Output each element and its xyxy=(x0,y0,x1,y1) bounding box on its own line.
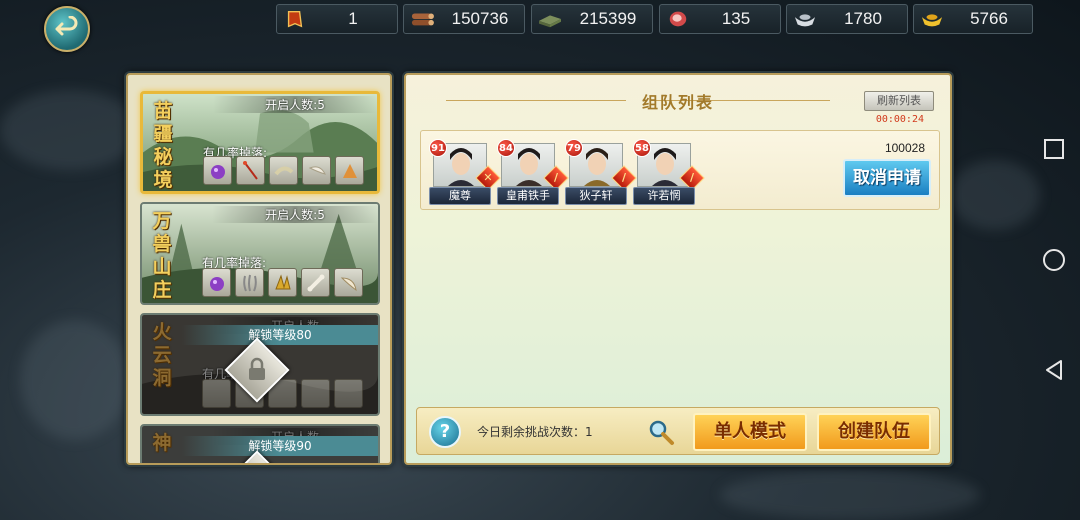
drop-item xyxy=(334,379,363,408)
drop-item[interactable] xyxy=(301,268,330,297)
purple-orb-icon xyxy=(210,164,225,179)
claw-icon xyxy=(242,274,257,291)
team-member[interactable]: 91 ✕ 魔尊 xyxy=(429,139,501,205)
member-name: 皇甫铁手 xyxy=(497,187,559,205)
member-level: 91 xyxy=(429,139,447,157)
background-cloud xyxy=(720,470,980,520)
needle-icon xyxy=(242,160,258,180)
dungeon-card-wanshou[interactable]: 万兽山庄 开启人数:5 有几率掉落: xyxy=(140,202,380,305)
drop-item xyxy=(202,379,231,408)
resource-token: 1 xyxy=(276,4,398,34)
dungeon-name: 火云洞 xyxy=(152,321,172,389)
resource-value: 1 xyxy=(348,9,358,28)
resource-stone: 215399 xyxy=(531,4,653,34)
drop-item[interactable] xyxy=(203,156,232,185)
team-member[interactable]: 58 / 许若惘 xyxy=(633,139,705,205)
drop-item[interactable] xyxy=(269,156,298,185)
wood-icon xyxy=(408,7,436,31)
team-row[interactable]: 91 ✕ 魔尊 84 / 皇甫铁手 79 / 狄子轩 58 / 许若惘 1000… xyxy=(420,130,940,210)
drop-item[interactable] xyxy=(236,156,265,185)
home-button[interactable] xyxy=(1042,248,1066,272)
back-button[interactable] xyxy=(44,6,90,52)
token-icon xyxy=(281,7,309,31)
team-list-panel: 组队列表 刷新列表 00:00:24 91 ✕ 魔尊 84 / 皇甫铁手 79 … xyxy=(404,73,952,465)
horn-icon xyxy=(273,166,293,175)
unlock-level-label: 解锁等级90 xyxy=(182,436,378,456)
dungeon-card-miaojiang[interactable]: 苗疆秘境 开启人数:5 有几率掉落: xyxy=(140,91,380,194)
help-button[interactable]: ? xyxy=(429,416,461,448)
resource-value: 135 xyxy=(721,9,751,28)
resource-value: 150736 xyxy=(451,9,509,28)
drop-items xyxy=(202,379,363,408)
purple-orb-icon xyxy=(209,276,224,291)
member-name: 许若惘 xyxy=(633,187,695,205)
resource-gold: 5766 xyxy=(913,4,1033,34)
background-cloud xyxy=(0,90,140,170)
system-nav-bar xyxy=(1026,0,1080,520)
leaf-icon xyxy=(342,163,357,178)
meat-icon xyxy=(664,7,692,31)
member-level: 84 xyxy=(497,139,515,157)
team-member[interactable]: 84 / 皇甫铁手 xyxy=(497,139,569,205)
remaining-challenges-text: 今日剩余挑战次数：1 xyxy=(477,425,593,439)
stone-icon xyxy=(536,7,564,31)
drop-item[interactable] xyxy=(334,268,363,297)
resource-value: 5766 xyxy=(970,9,1008,28)
dungeon-name: 苗疆秘境 xyxy=(153,100,173,191)
square-icon xyxy=(1044,139,1064,159)
action-bar: ? 今日剩余挑战次数：1 单人模式 创建队伍 xyxy=(416,407,940,455)
drop-item[interactable] xyxy=(302,156,331,185)
resource-meat: 135 xyxy=(659,4,781,34)
drop-item xyxy=(301,379,330,408)
dungeon-people-count: 开启人数:5 xyxy=(213,96,377,113)
create-team-button[interactable]: 创建队伍 xyxy=(817,413,931,451)
drop-item[interactable] xyxy=(235,268,264,297)
bone-icon xyxy=(307,274,324,291)
dungeon-name: 万兽山庄 xyxy=(152,210,172,301)
refresh-list-button[interactable]: 刷新列表 xyxy=(864,91,934,111)
fang-icon xyxy=(308,165,326,175)
circle-icon xyxy=(1043,249,1065,271)
lock-icon xyxy=(249,357,265,380)
magnifier-icon xyxy=(649,420,674,445)
member-level: 58 xyxy=(633,139,651,157)
team-id: 100028 xyxy=(884,141,925,155)
dungeon-name: 神 xyxy=(152,432,172,454)
dungeon-card-huoyun[interactable]: 火云洞 开启人数 解锁等级80 有几率 xyxy=(140,313,380,416)
resource-value: 215399 xyxy=(579,9,637,28)
triangle-back-icon xyxy=(1046,360,1062,380)
golden-claw-icon xyxy=(274,273,291,289)
back-nav-button[interactable] xyxy=(1042,358,1066,382)
member-name: 魔尊 xyxy=(429,187,491,205)
dungeon-card-shen[interactable]: 神 开启人数 解锁等级90 xyxy=(140,424,380,463)
drop-item[interactable] xyxy=(268,268,297,297)
recent-apps-button[interactable] xyxy=(1042,137,1066,161)
silver-icon xyxy=(791,7,819,31)
dungeon-people-count: 开启人数:5 xyxy=(212,206,378,223)
refresh-timer: 00:00:24 xyxy=(875,114,924,125)
drop-item[interactable] xyxy=(202,268,231,297)
back-arrow-icon xyxy=(55,16,78,36)
unlock-level-label: 解锁等级80 xyxy=(182,325,378,345)
resource-wood: 150736 xyxy=(403,4,525,34)
drop-items xyxy=(203,156,364,185)
background-cloud xyxy=(20,320,130,440)
solo-mode-button[interactable]: 单人模式 xyxy=(693,413,807,451)
drop-items xyxy=(202,268,363,297)
member-name: 狄子轩 xyxy=(565,187,627,205)
drop-item[interactable] xyxy=(335,156,364,185)
tusk-icon xyxy=(340,276,357,291)
resource-silver: 1780 xyxy=(786,4,908,34)
cancel-application-button[interactable]: 取消申请 xyxy=(843,159,931,197)
team-member[interactable]: 79 / 狄子轩 xyxy=(565,139,637,205)
gold-ingot-icon xyxy=(918,7,946,31)
resource-value: 1780 xyxy=(844,9,882,28)
member-level: 79 xyxy=(565,139,583,157)
search-button[interactable] xyxy=(647,418,677,448)
dungeon-list: 苗疆秘境 开启人数:5 有几率掉落: 万兽山庄 开启人数:5 有几率掉落: 火云… xyxy=(126,73,392,465)
